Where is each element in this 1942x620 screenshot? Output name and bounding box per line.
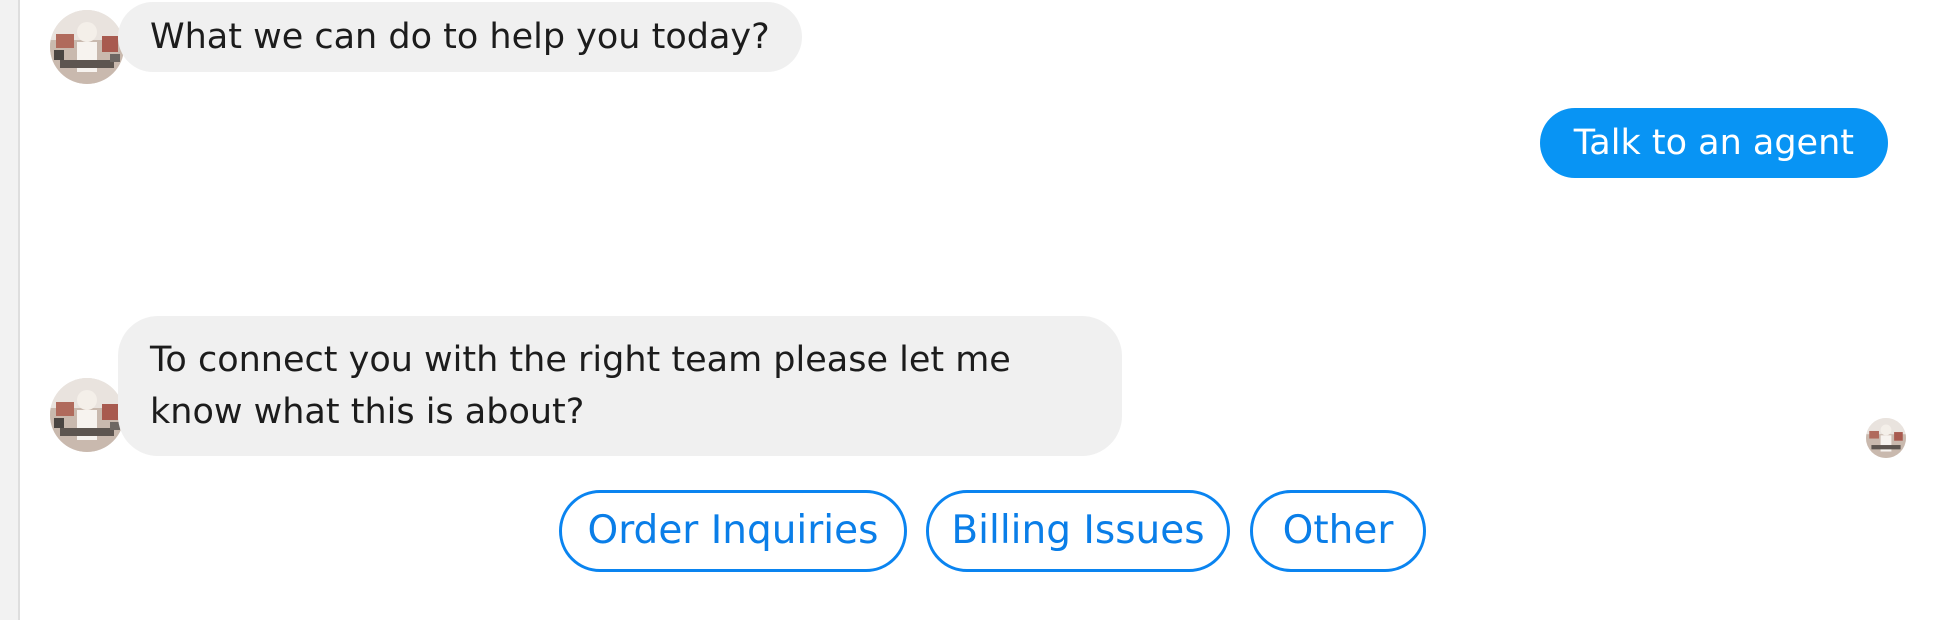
quick-reply-billing-issues[interactable]: Billing Issues [926,490,1230,572]
quick-replies: Order Inquiries Billing Issues Other [20,490,1942,572]
quick-reply-other[interactable]: Other [1250,490,1426,572]
user-message: Talk to an agent [1539,108,1888,178]
message-text-line: know what this is about? [150,392,585,432]
bot-message: To connect you with the right team pleas… [118,316,1122,456]
chat-conversation: What we can do to help you today? Talk t… [18,0,1942,620]
bot-avatar-icon [50,10,124,84]
avatar-image [50,10,124,84]
avatar-image [1866,418,1906,458]
message-text: What we can do to help you today? [150,17,770,57]
bot-message: What we can do to help you today? [118,2,802,72]
bot-avatar-icon [50,378,124,452]
message-text-line: To connect you with the right team pleas… [150,340,1011,380]
quick-reply-order-inquiries[interactable]: Order Inquiries [559,490,907,572]
message-text: Talk to an agent [1573,123,1854,163]
read-receipt-avatar-icon [1866,418,1906,458]
avatar-image [50,378,124,452]
